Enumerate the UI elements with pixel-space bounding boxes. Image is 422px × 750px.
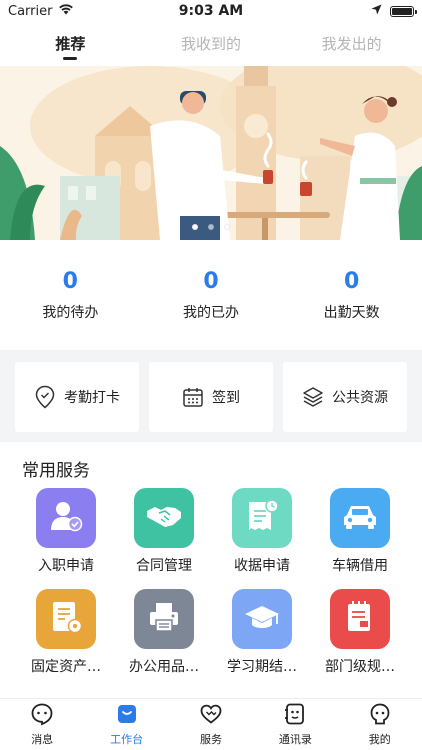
nav-label: 消息 xyxy=(31,733,54,746)
stats-row: 0 我的待办 0 我的已办 0 出勤天数 xyxy=(0,240,422,350)
top-tabs: 推荐 我收到的 我发出的 xyxy=(0,22,422,66)
service-fixed-assets[interactable]: 固定资产… xyxy=(17,589,115,676)
service-icon-tile xyxy=(134,589,194,649)
receipt-icon xyxy=(245,498,279,538)
tab-sent[interactable]: 我发出的 xyxy=(282,22,422,66)
banner-illustration xyxy=(0,66,422,240)
service-label: 入职申请 xyxy=(38,558,94,574)
banner-carousel[interactable] xyxy=(0,66,422,240)
stat-attendance-days[interactable]: 0 出勤天数 xyxy=(282,269,422,322)
service-icon-tile xyxy=(330,589,390,649)
attendance-clock-in-button[interactable]: 考勤打卡 xyxy=(15,362,139,432)
service-department-rules[interactable]: 部门级规… xyxy=(311,589,409,676)
service-label: 部门级规… xyxy=(325,659,395,675)
tab-recommended[interactable]: 推荐 xyxy=(0,22,140,66)
notebook-icon xyxy=(343,599,377,639)
nav-label: 服务 xyxy=(199,733,222,746)
quick-action-label: 考勤打卡 xyxy=(64,390,120,406)
carousel-dot[interactable] xyxy=(224,224,230,230)
service-label: 固定资产… xyxy=(31,659,101,675)
service-study-completion[interactable]: 学习期结… xyxy=(213,589,311,676)
heart-icon xyxy=(199,702,223,729)
layers-icon xyxy=(302,386,324,408)
service-label: 学习期结… xyxy=(227,659,297,675)
stat-done[interactable]: 0 我的已办 xyxy=(141,269,281,322)
quick-action-label: 公共资源 xyxy=(332,390,388,406)
carousel-dot[interactable] xyxy=(192,224,198,230)
service-icon-tile xyxy=(330,488,390,548)
nav-label: 工作台 xyxy=(110,733,144,746)
stat-label: 我的已办 xyxy=(182,304,239,321)
service-icon-tile xyxy=(232,589,292,649)
service-label: 收据申请 xyxy=(234,558,290,574)
status-bar: Carrier 9:03 AM xyxy=(0,0,422,22)
location-check-icon xyxy=(34,385,56,409)
profile-icon xyxy=(368,702,392,729)
quick-actions: 考勤打卡 签到 公共资源 xyxy=(0,350,422,442)
handshake-icon xyxy=(145,501,183,535)
service-label: 办公用品… xyxy=(129,659,199,675)
nav-contacts[interactable]: 通讯录 xyxy=(253,702,337,747)
service-icon-tile xyxy=(232,488,292,548)
carousel-dot[interactable] xyxy=(208,224,214,230)
contacts-icon xyxy=(283,702,307,729)
user-check-icon xyxy=(48,498,84,538)
nav-label: 我的 xyxy=(368,733,391,746)
services-grid: 入职申请 合同管理 收据申请 车辆借用 固定资产… 办公用品… 学习期结… 部门… xyxy=(17,488,407,676)
nav-label: 通讯录 xyxy=(278,733,312,746)
location-arrow-icon xyxy=(371,4,382,19)
sign-in-button[interactable]: 签到 xyxy=(149,362,273,432)
tab-received[interactable]: 我收到的 xyxy=(141,22,281,66)
status-left: Carrier xyxy=(8,3,74,19)
nav-services[interactable]: 服务 xyxy=(169,702,253,747)
service-label: 合同管理 xyxy=(136,558,192,574)
asset-document-icon xyxy=(49,599,83,639)
graduation-cap-icon xyxy=(243,602,281,636)
message-icon xyxy=(30,702,54,729)
carousel-dots xyxy=(0,224,422,230)
service-vehicle-borrowing[interactable]: 车辆借用 xyxy=(311,488,409,575)
stat-value: 0 xyxy=(62,268,78,294)
workbench-icon xyxy=(115,702,139,729)
service-office-supplies[interactable]: 办公用品… xyxy=(115,589,213,676)
nav-workbench[interactable]: 工作台 xyxy=(85,702,169,747)
services-section-title: 常用服务 xyxy=(22,461,90,481)
nav-profile[interactable]: 我的 xyxy=(338,702,422,747)
stat-pending[interactable]: 0 我的待办 xyxy=(0,269,140,322)
calendar-icon xyxy=(182,386,204,408)
service-onboarding[interactable]: 入职申请 xyxy=(17,488,115,575)
public-resources-button[interactable]: 公共资源 xyxy=(283,362,407,432)
car-icon xyxy=(341,501,379,535)
service-receipt-request[interactable]: 收据申请 xyxy=(213,488,311,575)
printer-icon xyxy=(146,599,182,639)
bottom-navigation: 消息 工作台 服务 通讯录 我的 xyxy=(0,698,422,750)
carrier-label: Carrier xyxy=(8,3,53,19)
service-icon-tile xyxy=(134,488,194,548)
service-contract-management[interactable]: 合同管理 xyxy=(115,488,213,575)
wifi-icon xyxy=(58,3,74,19)
stat-label: 出勤天数 xyxy=(323,304,380,321)
quick-action-label: 签到 xyxy=(212,390,240,406)
service-icon-tile xyxy=(36,589,96,649)
nav-messages[interactable]: 消息 xyxy=(0,702,84,747)
service-icon-tile xyxy=(36,488,96,548)
stat-value: 0 xyxy=(203,268,219,294)
stat-value: 0 xyxy=(343,268,360,294)
service-label: 车辆借用 xyxy=(332,558,388,574)
stat-label: 我的待办 xyxy=(42,304,99,321)
battery-icon xyxy=(390,5,417,17)
status-right xyxy=(371,4,417,19)
